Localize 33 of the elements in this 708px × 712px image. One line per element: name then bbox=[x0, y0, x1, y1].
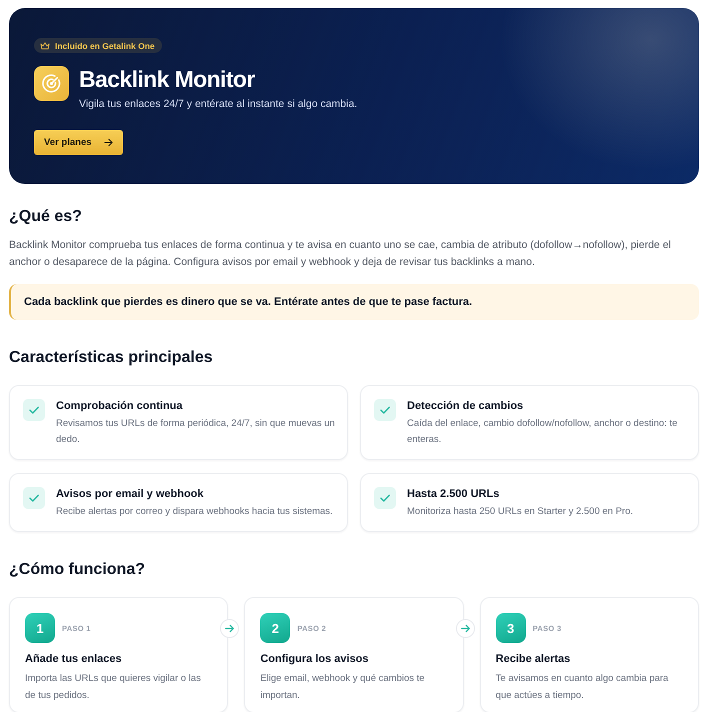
step-description: Te avisamos en cuanto algo cambia para que actúes a tiempo. bbox=[496, 672, 670, 703]
step-number: 2 bbox=[260, 613, 290, 643]
feature-description: Recibe alertas por correo y dispara webhooks hacia tus sistemas. bbox=[56, 505, 333, 519]
badge-label: Incluido en Getalink One bbox=[55, 40, 155, 50]
radar-icon bbox=[34, 66, 69, 101]
step-description: Importa las URLs que quieres vigilar o las de tus pedidos. bbox=[25, 672, 202, 703]
step-title: Añade tus enlaces bbox=[25, 652, 123, 666]
arrow-right-icon bbox=[104, 138, 113, 147]
feature-description: Caída del enlace, cambio dofollow/nofollow, anchor o destino: te enteras. bbox=[407, 417, 678, 447]
plans-button[interactable]: Ver planes bbox=[34, 130, 123, 155]
callout-note: Cada backlink que pierdes es dinero que se va. Entérate antes de que te pase factura. bbox=[9, 284, 699, 320]
check-icon bbox=[23, 487, 45, 509]
step-description: Elige email, webhook y qué cambios te importan. bbox=[260, 672, 426, 703]
description-paragraph: Backlink Monitor comprueba tus enlaces de forma continua y te avisa en cuanto uno se cae, cambia de atributo (dofollow→nofollow), pierde el anchor o desaparece de la página. Configura avisos por email y webhook y deja de revisar tus backlinks a mano. bbox=[9, 238, 672, 270]
section-heading: ¿Qué es? bbox=[9, 207, 83, 227]
feature-title: Comprobación continua bbox=[56, 399, 184, 414]
check-icon bbox=[374, 487, 396, 509]
hero-subtitle: Vigila tus enlaces 24/7 y entérate al instante si algo cambia. bbox=[79, 97, 358, 111]
check-icon bbox=[374, 399, 396, 421]
feature-title: Avisos por email y webhook bbox=[56, 487, 205, 502]
section-heading: Características principales bbox=[9, 348, 214, 368]
section-heading: ¿Cómo funciona? bbox=[9, 560, 146, 580]
step-title: Recibe alertas bbox=[496, 652, 572, 666]
step-title: Configura los avisos bbox=[260, 652, 370, 666]
feature-description: Monitoriza hasta 250 URLs en Starter y 2.500 en Pro. bbox=[407, 505, 634, 519]
step-number: 3 bbox=[496, 613, 526, 643]
check-icon bbox=[23, 399, 45, 421]
step-number: 1 bbox=[25, 613, 55, 643]
feature-description: Revisamos tus URLs de forma periódica, 24/7, sin que muevas un dedo. bbox=[56, 417, 335, 447]
hero-title: Backlink Monitor bbox=[79, 66, 256, 92]
feature-title: Hasta 2.500 URLs bbox=[407, 487, 500, 502]
crown-icon bbox=[40, 42, 50, 50]
feature-title: Detección de cambios bbox=[407, 399, 524, 414]
